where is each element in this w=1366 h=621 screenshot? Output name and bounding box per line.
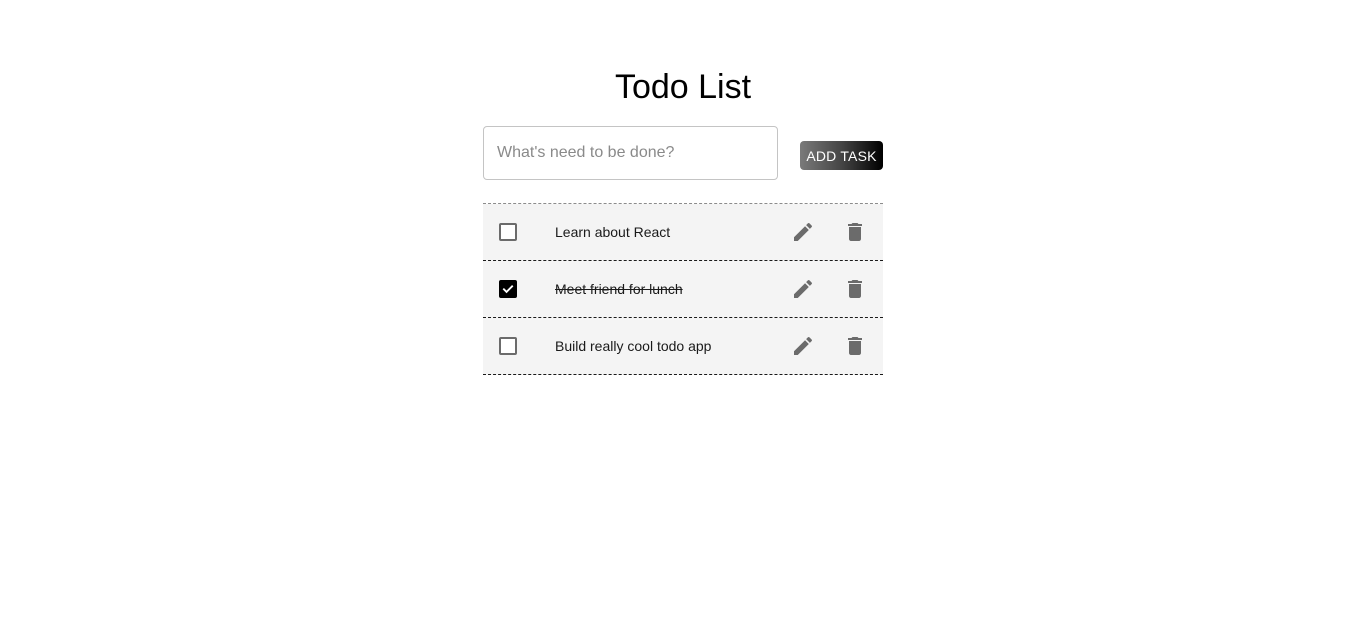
pencil-icon <box>794 279 813 298</box>
delete-button[interactable] <box>843 334 867 358</box>
pencil-icon <box>794 336 813 355</box>
delete-button[interactable] <box>843 220 867 244</box>
task-checkbox[interactable] <box>499 223 517 241</box>
trash-icon <box>848 280 862 298</box>
task-row: Learn about React <box>483 204 883 261</box>
pencil-icon <box>794 222 813 241</box>
task-checkbox[interactable] <box>499 280 517 298</box>
trash-icon <box>848 223 862 241</box>
trash-icon <box>848 337 862 355</box>
task-list: Learn about React Meet friend for lunch … <box>483 203 883 375</box>
checkmark-icon <box>502 285 514 294</box>
edit-button[interactable] <box>791 334 815 358</box>
page-title: Todo List <box>614 68 752 106</box>
task-input-field[interactable] <box>483 126 778 180</box>
task-row: Build really cool todo app <box>483 318 883 375</box>
task-text: Learn about React <box>555 224 671 240</box>
delete-button[interactable] <box>843 277 867 301</box>
add-task-button[interactable]: ADD TASK <box>800 141 883 170</box>
task-checkbox[interactable] <box>499 337 517 355</box>
task-input[interactable] <box>484 127 777 179</box>
edit-button[interactable] <box>791 220 815 244</box>
task-text: Meet friend for lunch <box>555 281 683 297</box>
task-row: Meet friend for lunch <box>483 261 883 318</box>
edit-button[interactable] <box>791 277 815 301</box>
task-text: Build really cool todo app <box>555 338 712 354</box>
